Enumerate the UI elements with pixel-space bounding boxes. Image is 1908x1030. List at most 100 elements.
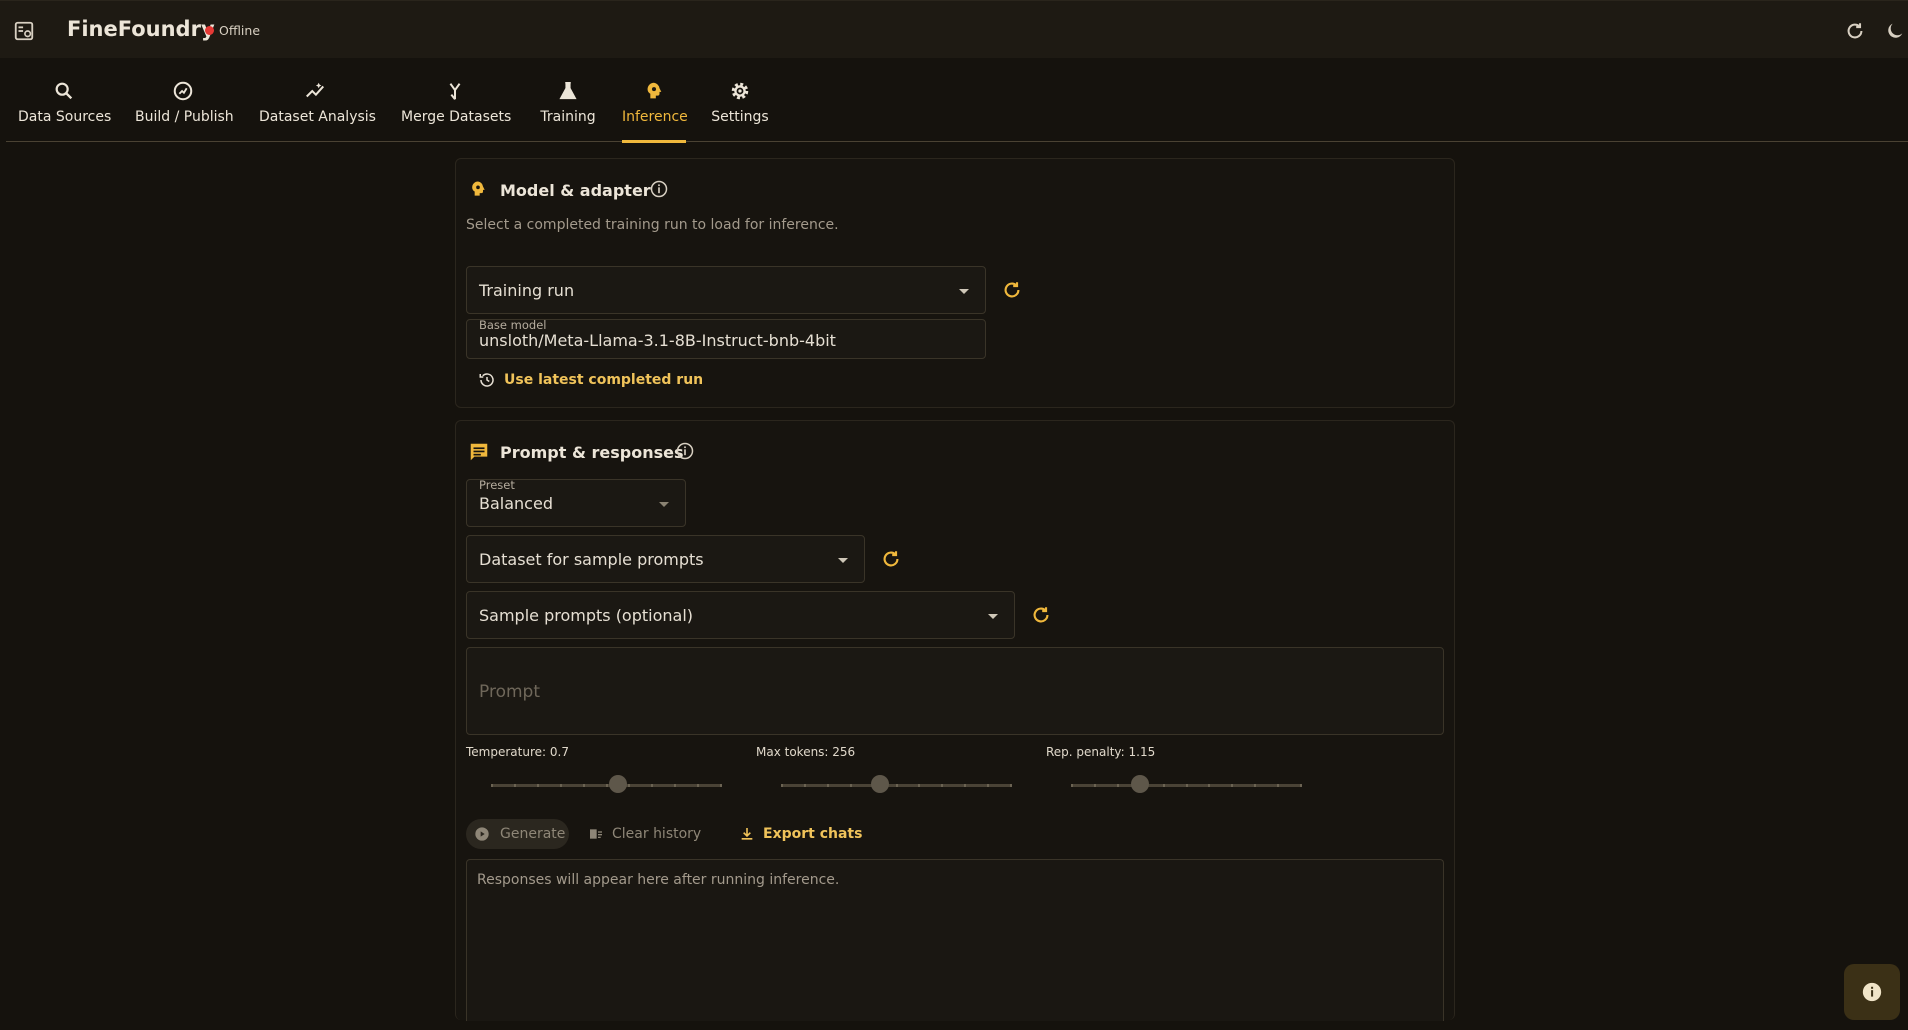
slider-thumb[interactable] [609,775,628,793]
tab-settings[interactable]: Settings [707,58,773,142]
slider-thumb[interactable] [871,775,890,793]
sample-prompts-select[interactable]: Sample prompts (optional) [466,591,1015,639]
slider-tick [1277,784,1279,787]
search-icon [53,80,75,102]
slider-tick [918,784,920,787]
base-model-label: Base model [479,318,547,332]
slider-tick [1010,784,1012,787]
info-icon[interactable] [649,179,669,199]
chevron-down-icon [659,502,669,507]
slider-tick [804,784,806,787]
model-adapter-card: Model & adapter Select a completed train… [455,158,1455,408]
download-icon [739,826,755,842]
history-icon [478,371,496,389]
main-tabs: Data Sources Build / Publish Dataset Ana… [6,58,1908,143]
max-tokens-label: Max tokens: 256 [756,745,856,759]
tab-data-sources[interactable]: Data Sources [18,58,112,142]
slider-tick [697,784,699,787]
preset-select[interactable]: Preset Balanced [466,478,686,527]
slider-tick [720,784,722,787]
play-circle-icon [474,826,490,842]
refresh-runs-icon[interactable] [1001,279,1023,301]
card-subtitle: Select a completed training run to load … [466,217,839,233]
use-latest-run-label: Use latest completed run [504,372,704,388]
slider-tick [491,784,493,787]
rep-penalty-label: Rep. penalty: 1.15 [1046,745,1156,759]
temperature-slider[interactable] [491,775,722,795]
slider-tick [674,784,676,787]
tab-training[interactable]: Training [537,58,599,142]
slider-tick [583,784,585,787]
slider-tick [1071,784,1073,787]
generate-button[interactable]: Generate [466,819,569,849]
training-run-select[interactable]: Training run [466,266,986,314]
slider-tick [514,784,516,787]
slider-tick [1300,784,1302,787]
flask-icon [557,80,579,102]
export-chats-button[interactable]: Export chats [739,819,862,849]
prompt-responses-card: Prompt & responses Preset Balanced Datas… [455,420,1455,1021]
dataset-select-label: Dataset for sample prompts [479,550,704,569]
app-logo-icon [13,20,35,42]
slider-tick [850,784,852,787]
refresh-prompts-icon[interactable] [1030,604,1052,626]
insights-icon [304,80,326,102]
psychology-icon [643,80,665,102]
slider-tick [1094,784,1096,787]
tab-label: Build / Publish [135,109,234,125]
info-icon [1861,981,1883,1003]
max-tokens-slider[interactable] [781,775,1012,795]
tab-dataset-analysis[interactable]: Dataset Analysis [259,58,376,142]
sample-prompts-label: Sample prompts (optional) [479,606,694,625]
base-model-value: unsloth/Meta-Llama-3.1-8B-Instruct-bnb-4… [479,331,836,350]
refresh-icon[interactable] [1844,20,1866,42]
chevron-down-icon [838,558,848,563]
clear-history-label: Clear history [612,826,702,842]
tab-label: Settings [711,109,769,125]
merge-icon [444,80,466,102]
psychology-icon [468,179,488,199]
temperature-label: Temperature: 0.7 [466,745,569,759]
generate-label: Generate [500,826,566,842]
slider-tick [987,784,989,787]
slider-tick [606,784,608,787]
rep-penalty-slider[interactable] [1071,775,1302,795]
slider-tick [628,784,630,787]
app-header: FineFoundry Offline [0,0,1908,58]
slider-tick [1163,784,1165,787]
slider-tick [1208,784,1210,787]
status-dot-icon [205,26,214,35]
theme-toggle-icon[interactable] [1884,20,1906,42]
slider-tick [941,784,943,787]
dataset-select[interactable]: Dataset for sample prompts [466,535,865,583]
slider-tick [781,784,783,787]
tab-build-publish[interactable]: Build / Publish [135,58,234,142]
info-icon[interactable] [675,441,695,461]
slider-thumb[interactable] [1131,775,1150,793]
slider-tick [651,784,653,787]
clear-history-button[interactable]: Clear history [588,819,703,849]
status-badge: Offline [219,23,261,38]
slider-tick [1117,784,1119,787]
publish-icon [172,80,194,102]
card-title: Model & adapter [500,181,651,200]
tab-merge-datasets[interactable]: Merge Datasets [401,58,511,142]
chevron-down-icon [959,289,969,294]
responses-placeholder: Responses will appear here after running… [477,872,840,888]
prompt-input[interactable]: Prompt [466,647,1444,735]
base-model-field[interactable]: Base model unsloth/Meta-Llama-3.1-8B-Ins… [466,318,986,359]
tab-label: Data Sources [18,109,112,125]
clear-all-icon [588,826,604,842]
chat-icon [468,441,490,463]
slider-tick [896,784,898,787]
slider-tick [560,784,562,787]
slider-tick [964,784,966,787]
slider-tick [1186,784,1188,787]
tab-label: Inference [622,109,688,125]
training-run-label: Training run [479,281,575,300]
tab-inference[interactable]: Inference [622,58,688,143]
slider-tick [827,784,829,787]
prompt-placeholder: Prompt [479,682,540,702]
help-fab-button[interactable] [1844,964,1900,1020]
refresh-datasets-icon[interactable] [880,548,902,570]
